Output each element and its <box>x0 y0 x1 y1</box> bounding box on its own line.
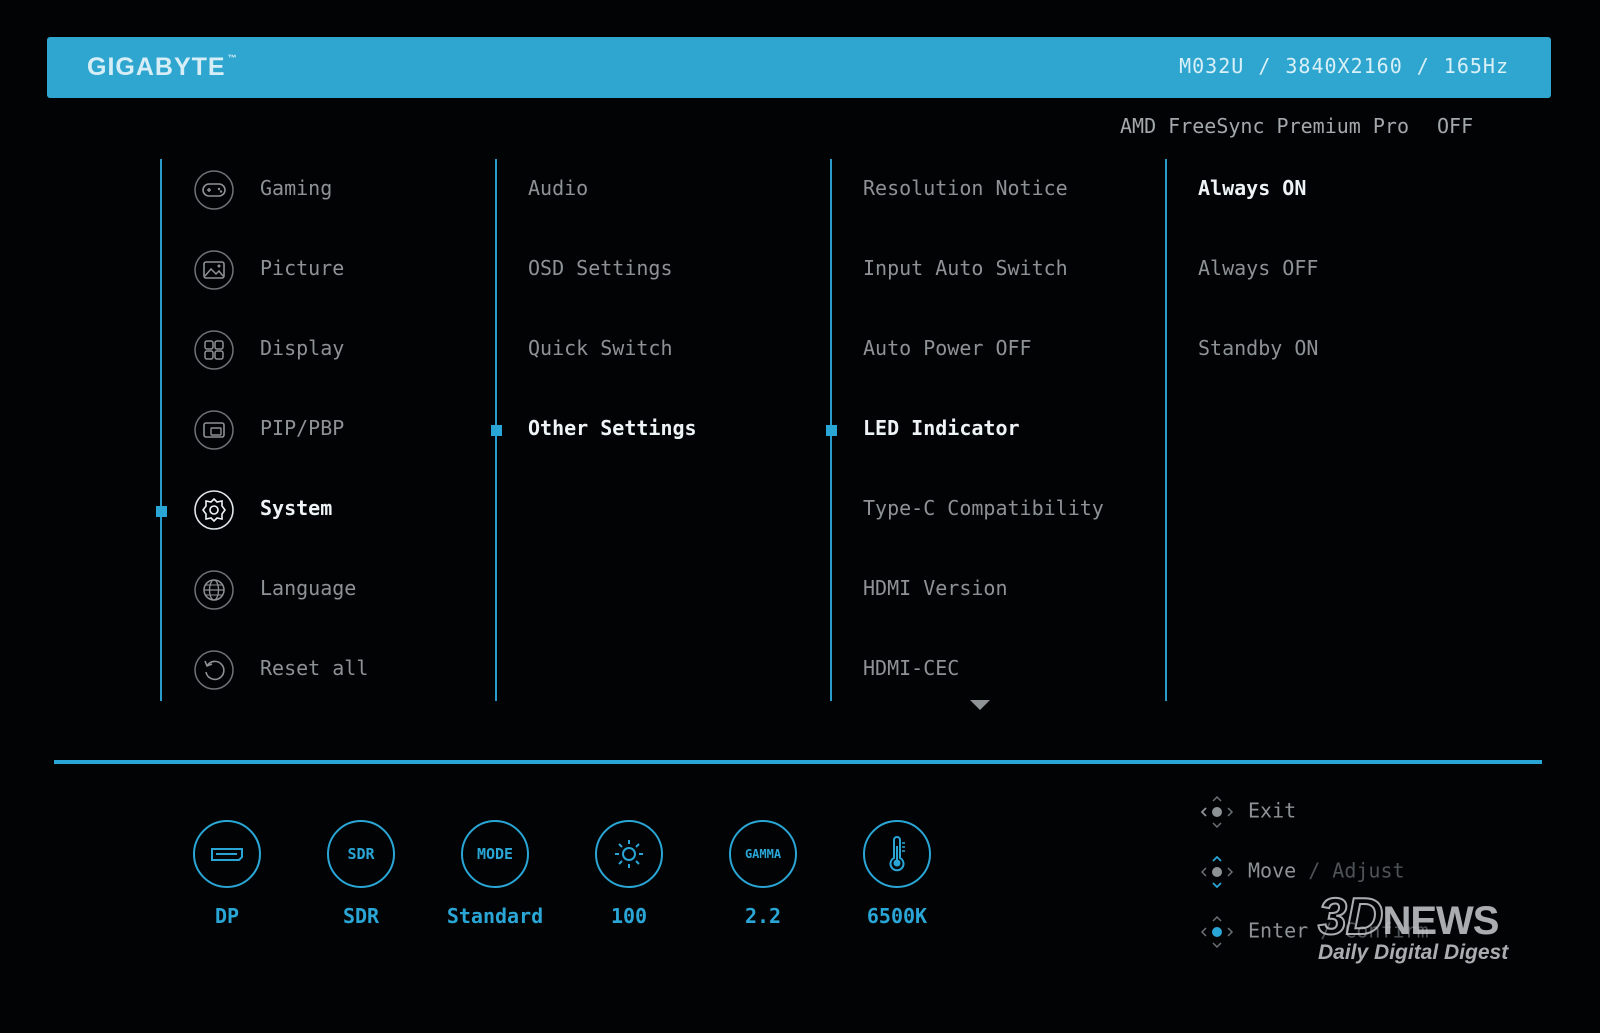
watermark-tagline: Daily Digital Digest <box>1318 941 1509 964</box>
thermometer-icon <box>863 820 931 888</box>
watermark-logo-news: NEWS <box>1382 899 1499 943</box>
status-color-temp: 6500K <box>842 820 952 928</box>
input-port-icon <box>193 820 261 888</box>
gamepad-icon <box>194 170 234 210</box>
system-menu-item-osd-settings[interactable]: OSD Settings <box>528 256 673 280</box>
main-menu-item-gaming[interactable]: Gaming <box>260 176 332 200</box>
settings-item-hdmi-version[interactable]: HDMI Version <box>863 576 1008 600</box>
watermark-logo: 3DNEWS <box>1317 887 1508 947</box>
led-option-standby-on[interactable]: Standby ON <box>1198 336 1318 360</box>
status-input: DP <box>172 820 282 928</box>
mode-icon: MODE <box>461 820 529 888</box>
watermark-logo-3d: 3D <box>1317 887 1385 947</box>
main-menu-item-language[interactable]: Language <box>260 576 356 600</box>
monitor-info: M032U / 3840X2160 / 165Hz <box>1179 54 1509 78</box>
hint-exit-label: Exit <box>1248 798 1297 823</box>
settings-item-type-c-compatibility[interactable]: Type-C Compatibility <box>863 496 1104 520</box>
input-value: DP <box>214 904 240 928</box>
freesync-status: AMD FreeSync Premium Pro OFF <box>1120 114 1473 138</box>
main-menu-item-display[interactable]: Display <box>260 336 344 360</box>
resolution: 3840X2160 <box>1285 54 1403 78</box>
freesync-label: AMD FreeSync Premium Pro <box>1120 114 1409 138</box>
options-menu-divider <box>1165 159 1167 701</box>
model-name: M032U <box>1179 54 1245 78</box>
hint-exit: Exit <box>1200 795 1296 829</box>
picture-icon <box>194 250 234 290</box>
main-menu-item-system[interactable]: System <box>260 496 332 520</box>
main-menu-divider <box>160 159 162 701</box>
separator: / <box>1258 54 1272 78</box>
main-menu-selection-marker <box>156 506 167 517</box>
hint-enter-label: Enter <box>1248 918 1309 943</box>
settings-item-led-indicator[interactable]: LED Indicator <box>863 416 1020 440</box>
system-menu-item-quick-switch[interactable]: Quick Switch <box>528 336 673 360</box>
brightness-value: 100 <box>610 904 648 928</box>
osd-header-bar: GIGABYTE ™ M032U / 3840X2160 / 165Hz <box>47 37 1551 98</box>
gamma-badge: GAMMA <box>744 847 782 861</box>
led-option-always-on[interactable]: Always ON <box>1198 176 1306 200</box>
display-grid-icon <box>194 330 234 370</box>
3dnews-watermark: 3DNEWS Daily Digital Digest <box>1317 887 1509 965</box>
gear-icon <box>194 490 234 530</box>
status-picture-mode: MODE Standard <box>440 820 550 928</box>
settings-item-resolution-notice[interactable]: Resolution Notice <box>863 176 1068 200</box>
separator: / <box>1416 54 1430 78</box>
system-menu-selection-marker <box>491 425 502 436</box>
refresh-rate: 165Hz <box>1443 54 1509 78</box>
color-temp-value: 6500K <box>866 904 928 928</box>
led-option-always-off[interactable]: Always OFF <box>1198 256 1318 280</box>
status-hdr: SDR SDR <box>306 820 416 928</box>
status-divider <box>54 760 1542 764</box>
picture-mode-value: Standard <box>446 904 544 928</box>
joystick-press-icon <box>1200 915 1234 949</box>
settings-menu-selection-marker <box>826 425 837 436</box>
status-gamma: GAMMA 2.2 <box>708 820 818 928</box>
joystick-left-icon <box>1200 795 1234 829</box>
sdr-badge: SDR <box>347 845 375 863</box>
reset-icon <box>194 650 234 690</box>
hint-move-label: Move <box>1248 858 1297 883</box>
pip-icon <box>194 410 234 450</box>
joystick-move-icon <box>1200 855 1234 889</box>
gamma-icon: GAMMA <box>729 820 797 888</box>
hint-move-adjust: Move / Adjust <box>1200 855 1405 889</box>
settings-item-auto-power-off[interactable]: Auto Power OFF <box>863 336 1032 360</box>
system-menu-item-audio[interactable]: Audio <box>528 176 588 200</box>
brand-trademark: ™ <box>227 53 238 63</box>
status-brightness: 100 <box>574 820 684 928</box>
main-menu-item-reset-all[interactable]: Reset all <box>260 656 368 680</box>
globe-icon <box>194 570 234 610</box>
main-menu-item-picture[interactable]: Picture <box>260 256 344 280</box>
gamma-value: 2.2 <box>744 904 782 928</box>
main-menu-item-pip-pbp[interactable]: PIP/PBP <box>260 416 344 440</box>
brand-logo: GIGABYTE ™ <box>87 53 238 82</box>
scroll-down-arrow-icon[interactable] <box>970 700 990 710</box>
sdr-icon: SDR <box>327 820 395 888</box>
settings-item-input-auto-switch[interactable]: Input Auto Switch <box>863 256 1068 280</box>
system-menu-item-other-settings[interactable]: Other Settings <box>528 416 697 440</box>
hint-adjust-label: / Adjust <box>1308 858 1405 883</box>
settings-item-hdmi-cec[interactable]: HDMI-CEC <box>863 656 959 680</box>
hdr-value: SDR <box>342 904 380 928</box>
brightness-icon <box>595 820 663 888</box>
brand-name: GIGABYTE <box>87 53 226 81</box>
freesync-value: OFF <box>1436 114 1474 138</box>
mode-badge: MODE <box>476 845 514 863</box>
